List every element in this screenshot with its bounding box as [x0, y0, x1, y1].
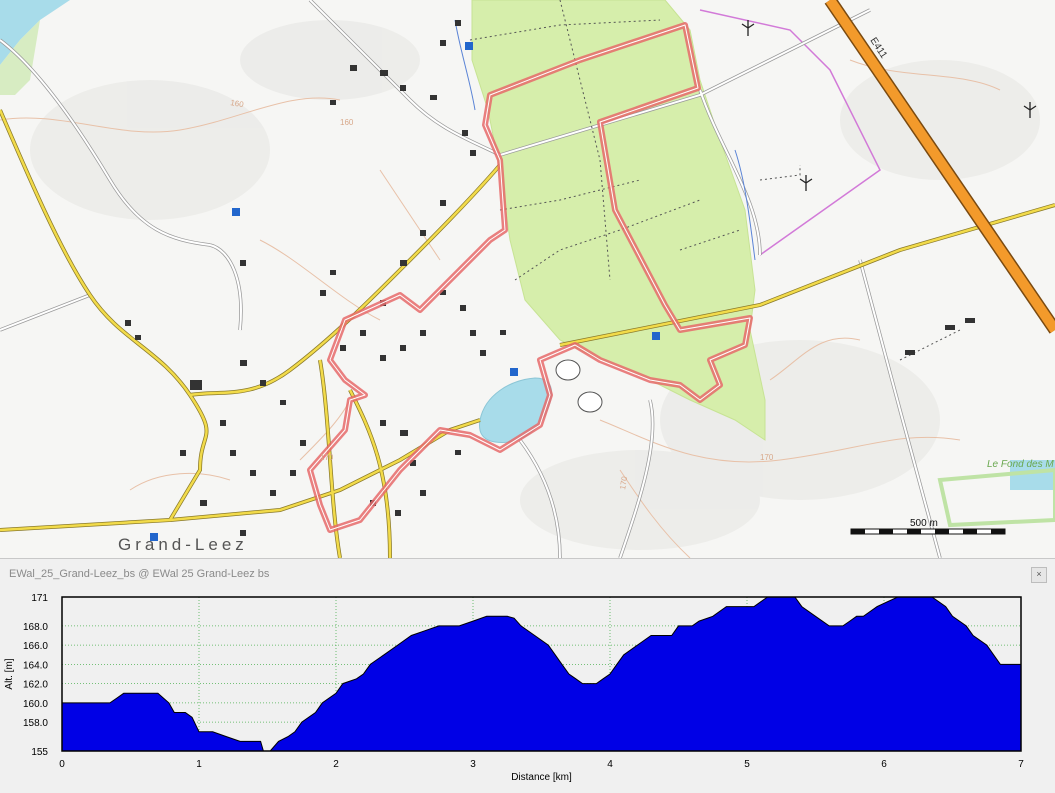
- map-canvas[interactable]: E411 Grand-Leez Le Fond des M 160 170 16…: [0, 0, 1055, 558]
- y-tick-label: 166.0: [23, 641, 48, 652]
- contour-label: 170: [320, 453, 334, 462]
- y-axis-ticks: 155 158.0 160.0 162.0 164.0 166.0 168.0 171: [23, 593, 48, 758]
- y-tick-label: 158.0: [23, 718, 48, 729]
- x-tick-label: 4: [607, 759, 613, 770]
- x-tick-label: 1: [196, 759, 202, 770]
- y-axis-title: Alt. [m]: [4, 658, 15, 689]
- scale-label: 500 m: [910, 518, 938, 529]
- place-name-label: Grand-Leez: [118, 535, 248, 554]
- contour-label: 160: [340, 118, 354, 127]
- y-tick-label: 155: [31, 747, 48, 758]
- x-tick-label: 2: [333, 759, 339, 770]
- y-tick-label: 168.0: [23, 622, 48, 633]
- x-tick-label: 6: [881, 759, 887, 770]
- elevation-chart[interactable]: 155 158.0 160.0 162.0 164.0 166.0 168.0 171 0 1 2…: [0, 583, 1055, 793]
- y-tick-label: 171: [31, 593, 48, 604]
- x-tick-label: 5: [744, 759, 750, 770]
- elevation-profile-panel: EWal_25_Grand-Leez_bs @ EWal 25 Grand-Le…: [0, 558, 1055, 793]
- close-button[interactable]: ×: [1031, 567, 1047, 583]
- y-tick-label: 164.0: [23, 660, 48, 671]
- x-axis-title: Distance [km]: [511, 772, 572, 783]
- locality-label: Le Fond des M: [987, 459, 1054, 470]
- contour-label: 170: [760, 453, 774, 462]
- x-tick-label: 7: [1018, 759, 1024, 770]
- x-tick-label: 0: [59, 759, 65, 770]
- y-tick-label: 162.0: [23, 680, 48, 691]
- chart-area-layer: [61, 596, 1022, 752]
- map-view[interactable]: E411 Grand-Leez Le Fond des M 160 170 16…: [0, 0, 1055, 558]
- elevation-area: [61, 596, 1022, 752]
- panel-title: EWal_25_Grand-Leez_bs @ EWal 25 Grand-Le…: [9, 568, 270, 580]
- y-tick-label: 160.0: [23, 699, 48, 710]
- x-tick-label: 3: [470, 759, 476, 770]
- x-axis-ticks: 0 1 2 3 4 5 6 7: [59, 759, 1024, 770]
